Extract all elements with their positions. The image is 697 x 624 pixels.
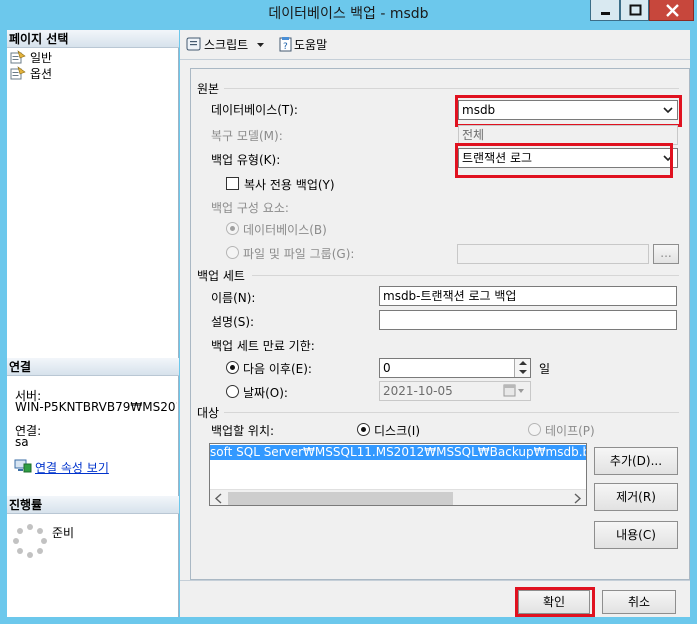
browse-files-button[interactable]: ... — [653, 244, 679, 264]
page-item-label: 옵션 — [30, 67, 53, 81]
expire-on-radio[interactable] — [226, 385, 239, 398]
backup-name-label: 이름(N): — [211, 291, 256, 305]
recovery-model-field: 전체 — [458, 125, 678, 145]
page-icon — [10, 66, 26, 80]
spinner-arrows-icon — [519, 361, 527, 374]
ok-button[interactable]: 확인 — [518, 590, 590, 614]
minimize-icon — [601, 12, 610, 15]
chevron-down-icon — [663, 107, 673, 114]
tape-radio[interactable] — [528, 423, 541, 436]
script-label: 스크립트 — [204, 38, 249, 52]
close-button[interactable] — [649, 0, 694, 21]
progress-spinner-icon — [13, 524, 47, 558]
destination-list[interactable]: soft SQL Server₩MSSQL11.MS2012₩MSSQL₩Bac… — [209, 443, 587, 506]
help-button[interactable]: ? 도움말 — [278, 36, 327, 54]
svg-text:?: ? — [283, 42, 288, 52]
component-files-radio[interactable] — [226, 246, 239, 259]
source-divider — [224, 88, 679, 89]
connection-properties-icon — [14, 459, 32, 473]
expire-after-label: 다음 이후(E): — [243, 362, 312, 376]
server-value: WIN-P5KNTBRVB79₩MS2012 — [15, 400, 177, 414]
tape-label: 테이프(P) — [545, 424, 595, 438]
recovery-model-label: 복구 모델(M): — [211, 129, 283, 143]
maximize-button[interactable] — [620, 0, 649, 21]
progress-header: 진행률 — [7, 496, 179, 514]
files-field — [457, 244, 649, 264]
page-item-options[interactable]: 옵션 — [10, 66, 52, 82]
scrollbar-thumb[interactable] — [228, 492, 453, 505]
copy-only-checkbox[interactable] — [226, 177, 239, 190]
dropdown-arrow-icon — [257, 43, 264, 47]
destination-list-item[interactable]: soft SQL Server₩MSSQL11.MS2012₩MSSQL₩Bac… — [210, 445, 586, 460]
database-combo[interactable]: msdb — [458, 100, 678, 120]
days-unit-label: 일 — [539, 362, 551, 376]
close-icon — [666, 4, 679, 17]
horizontal-scrollbar[interactable] — [210, 489, 586, 506]
backup-type-value: 트랜잭션 로그 — [462, 151, 533, 165]
contents-button[interactable]: 내용(C) — [594, 521, 678, 549]
left-pane: 페이지 선택 일반 옵션 연결 서버: WIN-P5KNTBRVB79₩MS20… — [7, 30, 179, 617]
remove-destination-button[interactable]: 제거(R) — [594, 483, 678, 511]
add-destination-button[interactable]: 추가(D)... — [594, 447, 678, 475]
backup-to-label: 백업할 위치: — [211, 424, 275, 438]
view-connection-properties-link[interactable]: 연결 속성 보기 — [35, 459, 109, 476]
backup-set-section-title: 백업 세트 — [197, 269, 245, 283]
backup-name-input[interactable]: msdb-트랜잭션 로그 백업 — [379, 286, 677, 306]
source-section-title: 원본 — [197, 82, 220, 96]
backup-type-label: 백업 유형(K): — [211, 153, 281, 167]
backup-type-combo[interactable]: 트랜잭션 로그 — [458, 148, 678, 168]
destination-divider — [224, 412, 679, 413]
help-icon: ? — [279, 37, 292, 52]
connection-header: 연결 — [7, 358, 179, 376]
days-spinner[interactable] — [514, 359, 530, 377]
copy-only-label: 복사 전용 백업(Y) — [244, 178, 335, 192]
expiration-label: 백업 세트 만료 기한: — [211, 339, 315, 353]
database-label: 데이터베이스(T): — [211, 103, 298, 117]
expire-after-days-value: 0 — [383, 361, 391, 375]
progress-status: 준비 — [52, 526, 75, 540]
expire-after-radio[interactable] — [226, 361, 239, 374]
expire-on-date-picker[interactable]: 2021-10-05 — [379, 381, 531, 401]
cancel-button[interactable]: 취소 — [602, 590, 676, 614]
database-value: msdb — [462, 103, 496, 117]
minimize-button[interactable] — [590, 0, 620, 21]
chevron-down-icon — [663, 155, 673, 162]
expire-on-date-value: 2021-10-05 — [383, 384, 453, 398]
component-database-label: 데이터베이스(B) — [243, 223, 327, 237]
expire-on-label: 날짜(O): — [243, 386, 288, 400]
maximize-icon — [629, 4, 642, 16]
disk-label: 디스크(I) — [374, 424, 421, 438]
page-item-general[interactable]: 일반 — [10, 50, 52, 66]
calendar-icon — [503, 384, 524, 397]
component-database-radio[interactable] — [226, 222, 239, 235]
backup-component-label: 백업 구성 요소: — [211, 201, 289, 215]
component-files-label: 파일 및 파일 그룹(G): — [243, 247, 355, 261]
destination-section-title: 대상 — [197, 406, 220, 420]
toolbar: 스크립트 ? 도움말 — [180, 30, 690, 60]
disk-radio[interactable] — [357, 423, 370, 436]
scroll-left-icon[interactable] — [211, 490, 227, 506]
script-button[interactable]: 스크립트 — [186, 36, 266, 54]
backup-set-divider — [252, 275, 679, 276]
expire-after-days-input[interactable]: 0 — [379, 358, 531, 378]
select-page-header: 페이지 선택 — [7, 30, 179, 48]
connection-value: sa — [15, 435, 29, 449]
page-item-label: 일반 — [30, 51, 53, 65]
help-label: 도움말 — [294, 38, 328, 52]
page-icon — [10, 50, 26, 64]
description-label: 설명(S): — [211, 315, 255, 329]
description-input[interactable] — [379, 310, 677, 330]
scroll-right-icon[interactable] — [569, 490, 585, 506]
script-icon — [186, 37, 201, 51]
